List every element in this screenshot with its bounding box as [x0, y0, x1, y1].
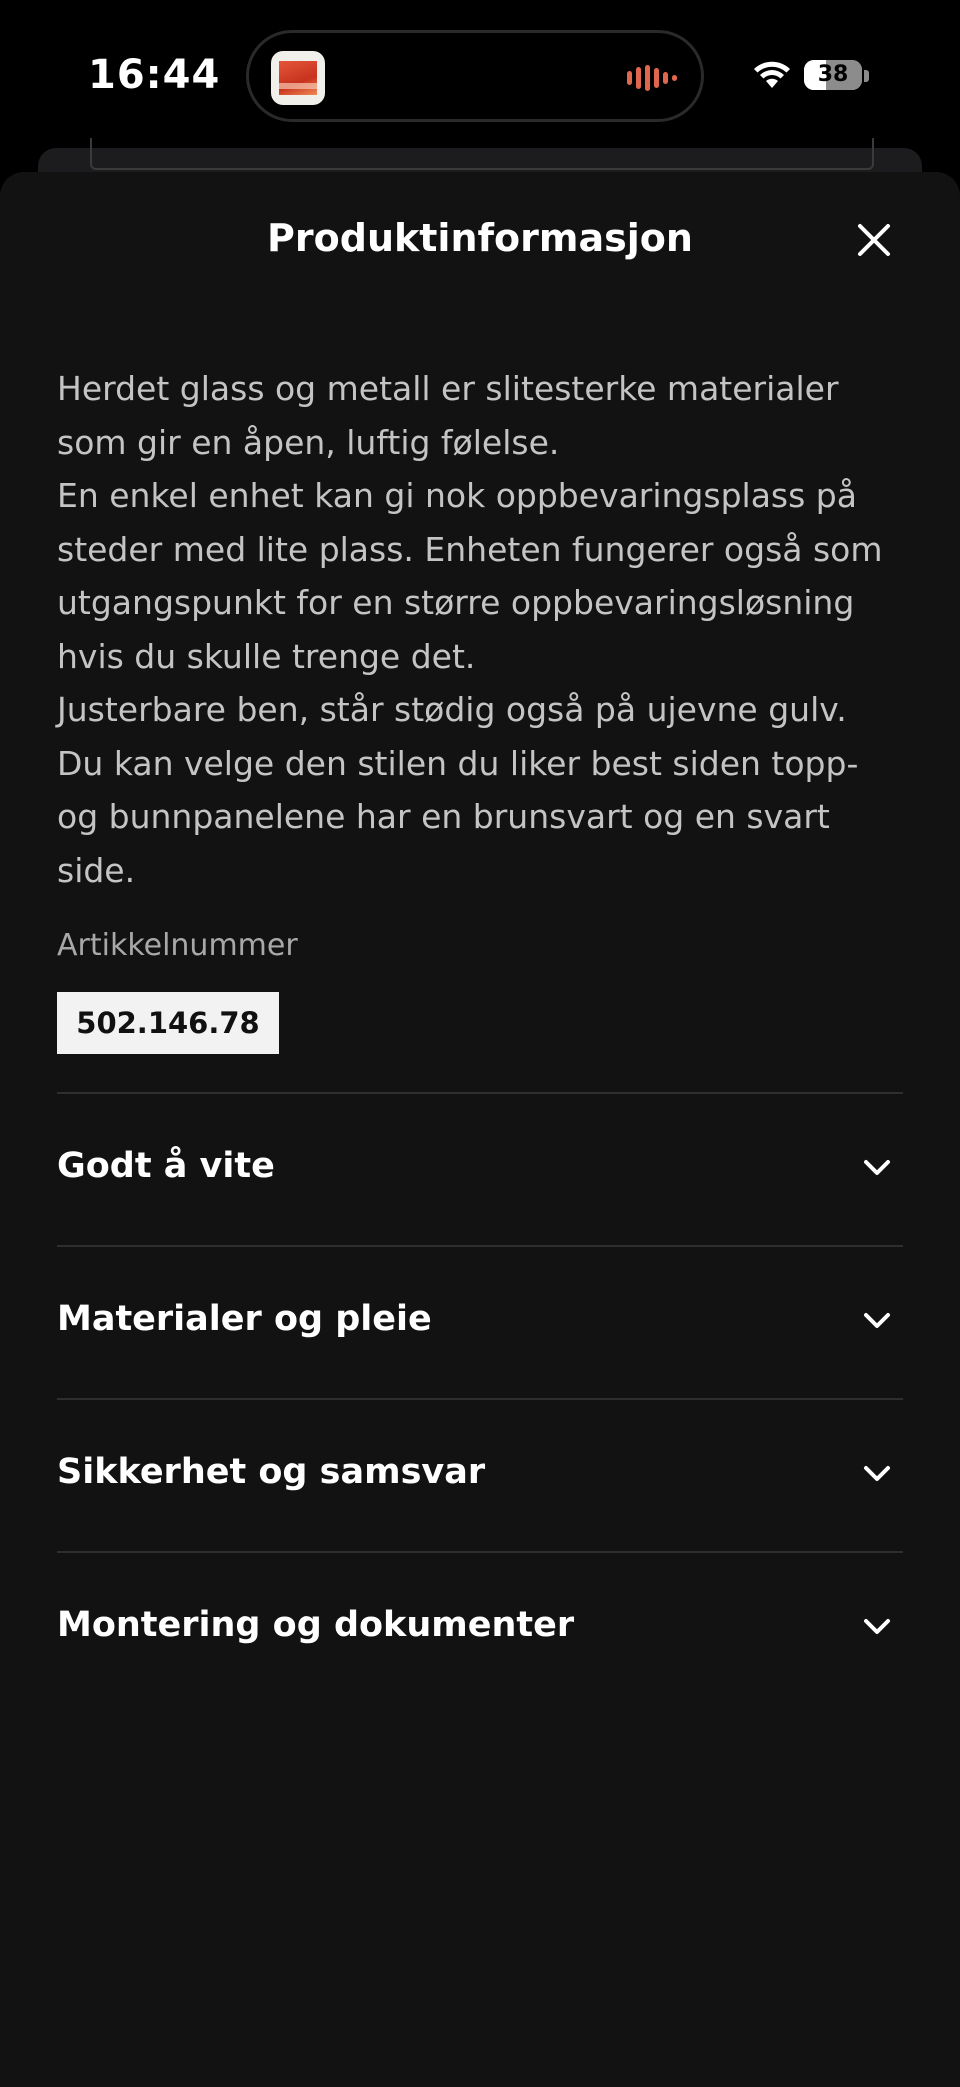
- accordion-label: Godt å vite: [57, 1146, 275, 1186]
- chevron-down-icon: [864, 1619, 890, 1634]
- accordion-list: Godt å vite Materialer og pleie Sikkerhe…: [57, 1092, 903, 1704]
- accordion-safety-compliance[interactable]: Sikkerhet og samsvar: [57, 1398, 903, 1551]
- chevron-down-icon: [864, 1160, 890, 1175]
- accordion-label: Sikkerhet og samsvar: [57, 1452, 486, 1492]
- description-paragraph: Du kan velge den stilen du liker best si…: [57, 743, 859, 890]
- background-field: [90, 138, 874, 170]
- accordion-label: Materialer og pleie: [57, 1299, 432, 1339]
- accordion-good-to-know[interactable]: Godt å vite: [57, 1092, 903, 1245]
- sheet-title: Produktinformasjon: [267, 216, 693, 260]
- description-paragraph: En enkel enhet kan gi nok oppbevaringspl…: [57, 476, 883, 676]
- status-time: 16:44: [88, 52, 221, 98]
- article-number-label: Artikkelnummer: [57, 928, 298, 963]
- accordion-materials-care[interactable]: Materialer og pleie: [57, 1245, 903, 1398]
- product-description: Herdet glass og metall er slitesterke ma…: [57, 362, 907, 897]
- wifi-icon: [754, 61, 790, 88]
- article-number-badge: 502.146.78: [57, 992, 279, 1054]
- chevron-down-icon: [864, 1466, 890, 1481]
- dynamic-island[interactable]: [246, 30, 704, 122]
- accordion-label: Montering og dokumenter: [57, 1605, 575, 1645]
- app-icon[interactable]: [271, 51, 325, 105]
- close-icon: [858, 224, 890, 256]
- product-info-sheet: Produktinformasjon Herdet glass og metal…: [0, 172, 960, 2087]
- chevron-down-icon: [864, 1313, 890, 1328]
- waveform-icon: [627, 63, 677, 93]
- battery-indicator: 38: [804, 60, 862, 90]
- battery-percent: 38: [817, 62, 849, 87]
- close-button[interactable]: [846, 212, 902, 268]
- description-paragraph: Justerbare ben, står stødig også på ujev…: [57, 690, 847, 729]
- description-paragraph: Herdet glass og metall er slitesterke ma…: [57, 369, 839, 462]
- status-bar: 16:44 38: [0, 0, 960, 150]
- accordion-assembly-documents[interactable]: Montering og dokumenter: [57, 1551, 903, 1704]
- battery-tip: [864, 70, 869, 82]
